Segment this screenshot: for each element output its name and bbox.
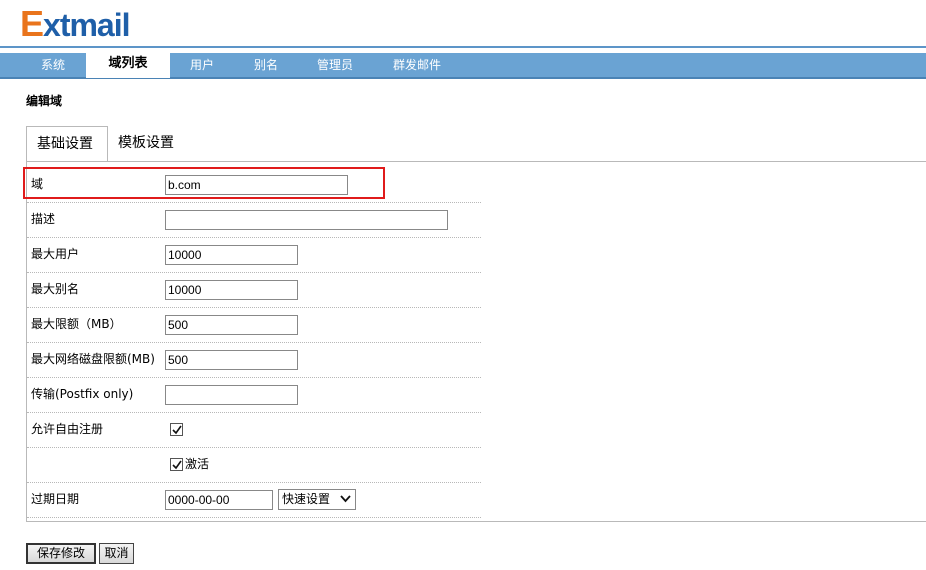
nav-item-system[interactable]: 系统 <box>26 53 80 77</box>
form-row-expire-date: 过期日期 快速设置 <box>27 482 481 518</box>
nav-item-domain-list[interactable]: 域列表 <box>86 52 170 78</box>
check-icon <box>172 425 182 435</box>
form-row-allow-register: 允许自由注册 <box>27 412 481 448</box>
form-row-description: 描述 <box>27 202 481 238</box>
expire-date-label: 过期日期 <box>31 492 80 506</box>
expire-date-input[interactable] <box>165 490 273 510</box>
quick-set-value: 快速设置 <box>282 492 331 506</box>
form-row-transport: 传输(Postfix only) <box>27 377 481 413</box>
form-row-max-users: 最大用户 <box>27 237 481 273</box>
nav-item-users[interactable]: 用户 <box>176 53 228 77</box>
nav-item-admins[interactable]: 管理员 <box>306 53 364 77</box>
quick-set-select[interactable]: 快速设置 <box>278 489 356 510</box>
activate-label: 激活 <box>185 457 210 471</box>
extmail-logo: Extmail <box>20 3 131 44</box>
nav-item-aliases[interactable]: 别名 <box>240 53 292 77</box>
max-quota-input[interactable] <box>165 315 298 335</box>
header-divider <box>0 46 926 48</box>
form-row-activate: 激活 <box>27 447 481 483</box>
description-label: 描述 <box>31 212 56 226</box>
domain-input[interactable] <box>165 175 348 195</box>
max-quota-label: 最大限额（MB） <box>31 317 122 331</box>
cancel-button[interactable]: 取消 <box>99 543 134 564</box>
nav-item-mass-mail[interactable]: 群发邮件 <box>382 53 452 77</box>
description-input[interactable] <box>165 210 448 230</box>
tab-template-settings[interactable]: 模板设置 <box>108 126 184 162</box>
max-netdisk-quota-input[interactable] <box>165 350 298 370</box>
form-row-max-netdisk-quota: 最大网络磁盘限额(MB) <box>27 342 481 378</box>
chevron-down-icon <box>340 495 351 503</box>
max-aliases-input[interactable] <box>165 280 298 300</box>
allow-register-label: 允许自由注册 <box>31 422 104 436</box>
form-row-max-quota: 最大限额（MB） <box>27 307 481 343</box>
tab-basic-settings[interactable]: 基础设置 <box>26 126 108 162</box>
check-icon <box>172 460 182 470</box>
allow-register-checkbox[interactable] <box>170 423 183 436</box>
activate-checkbox[interactable] <box>170 458 183 471</box>
max-netdisk-quota-label: 最大网络磁盘限额(MB) <box>31 352 155 366</box>
transport-label: 传输(Postfix only) <box>31 387 134 401</box>
basic-settings-panel: 域 描述 最大用户 最大别名 最大限额（MB） 最大网络磁盘限额(MB) 传输(… <box>26 161 926 522</box>
transport-input[interactable] <box>165 385 298 405</box>
save-button[interactable]: 保存修改 <box>26 543 96 564</box>
max-users-label: 最大用户 <box>31 247 80 261</box>
domain-label: 域 <box>31 177 44 191</box>
page-title: 编辑域 <box>26 94 63 108</box>
max-users-input[interactable] <box>165 245 298 265</box>
form-row-domain: 域 <box>27 167 481 203</box>
max-aliases-label: 最大别名 <box>31 282 80 296</box>
form-row-max-aliases: 最大别名 <box>27 272 481 308</box>
main-nav: 系统 域列表 用户 别名 管理员 群发邮件 <box>0 52 926 79</box>
